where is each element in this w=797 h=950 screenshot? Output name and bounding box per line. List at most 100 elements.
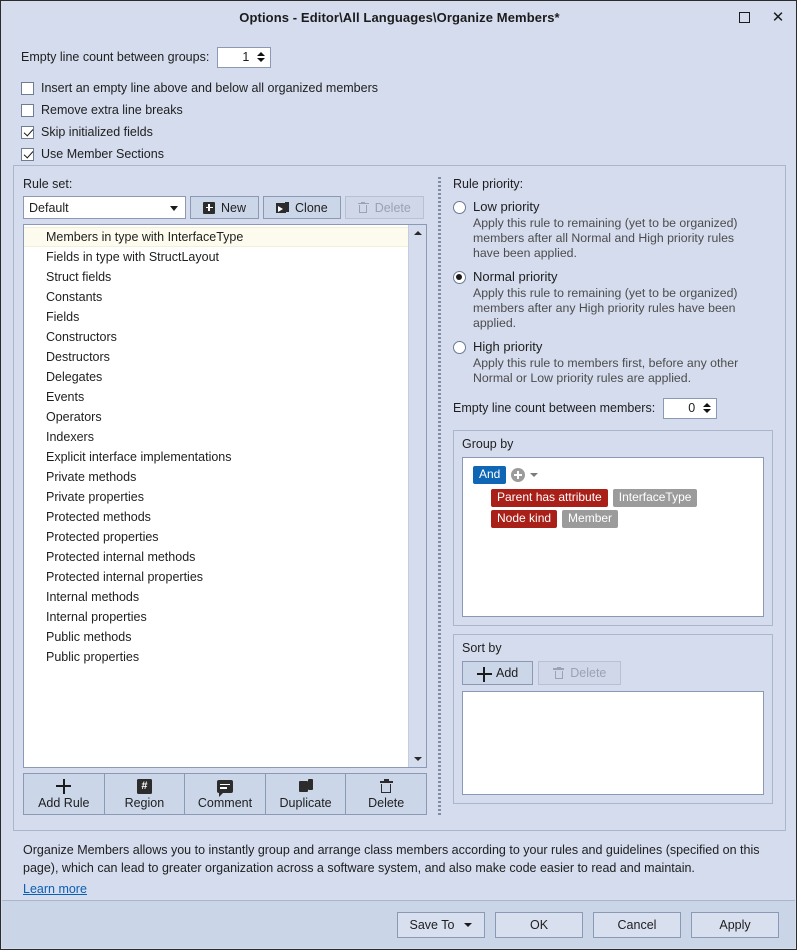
comment-label: Comment (197, 796, 253, 810)
new-button-label: New (221, 200, 247, 215)
empty-line-groups-stepper[interactable] (217, 46, 272, 68)
checkbox-skip-initialized-fields[interactable]: Skip initialized fields (21, 121, 781, 143)
list-item[interactable]: Constants (24, 287, 408, 307)
list-item[interactable]: Struct fields (24, 267, 408, 287)
list-item[interactable]: Fields in type with StructLayout (24, 247, 408, 267)
duplicate-button[interactable]: Duplicate (264, 773, 346, 815)
add-rule-label: Add Rule (38, 796, 90, 810)
clone-rule-set-button[interactable]: Clone (263, 196, 341, 219)
chevron-down-icon[interactable] (530, 473, 539, 477)
checkbox-box[interactable] (21, 103, 34, 117)
radio-normal-priority[interactable]: Normal priority (453, 269, 773, 284)
list-item[interactable]: Protected properties (24, 527, 408, 547)
sort-by-add-button[interactable]: Add (462, 661, 534, 685)
close-button[interactable]: ✕ (761, 3, 795, 32)
save-to-button[interactable]: Save To (397, 911, 485, 938)
scroll-down-button[interactable] (409, 751, 426, 767)
rule-set-column: Rule set: Default New Clone Delete Membe… (23, 177, 427, 815)
condition-value-chip[interactable]: InterfaceType (612, 489, 698, 507)
list-item[interactable]: Operators (24, 407, 408, 427)
delete-button-label: Delete (374, 200, 411, 215)
apply-button[interactable]: Apply (691, 911, 779, 938)
list-item[interactable]: Private methods (24, 467, 408, 487)
rules-listbox[interactable]: Members in type with InterfaceType Field… (23, 224, 427, 768)
empty-line-members-stepper[interactable] (663, 397, 718, 419)
sort-by-panel: Sort by Add Delete (453, 634, 773, 804)
list-item[interactable]: Protected internal properties (24, 567, 408, 587)
region-button[interactable]: # Region (103, 773, 185, 815)
checkbox-box[interactable] (21, 125, 34, 139)
checkbox-box[interactable] (21, 81, 34, 95)
checkbox-label: Remove extra line breaks (41, 103, 183, 117)
checkbox-remove-extra-line-breaks[interactable]: Remove extra line breaks (21, 99, 781, 121)
empty-line-members-input[interactable] (664, 398, 700, 418)
top-options-area: Empty line count between groups: Insert … (21, 45, 781, 165)
radio-button[interactable] (453, 201, 466, 214)
list-item[interactable]: Constructors (24, 327, 408, 347)
scroll-up-button[interactable] (409, 225, 426, 241)
list-item[interactable]: Fields (24, 307, 408, 327)
rule-set-label: Rule set: (23, 177, 73, 191)
sort-by-add-label: Add (496, 666, 519, 680)
stepper-up-icon[interactable] (256, 52, 265, 56)
delete-rule-label: Delete (368, 796, 405, 810)
radio-button[interactable] (453, 341, 466, 354)
list-item[interactable]: Protected internal methods (24, 547, 408, 567)
group-by-canvas[interactable]: And Parent has attribute InterfaceType N… (462, 457, 764, 617)
region-hash-icon: # (136, 778, 152, 794)
rules-list-scrollbar[interactable] (408, 225, 426, 767)
rule-set-dropdown[interactable]: Default (23, 196, 186, 219)
comment-button[interactable]: Comment (184, 773, 265, 815)
new-rule-set-button[interactable]: New (190, 196, 260, 219)
rule-set-selected-value: Default (29, 200, 69, 215)
list-item[interactable]: Destructors (24, 347, 408, 367)
empty-line-groups-row: Empty line count between groups: (21, 45, 781, 69)
list-item[interactable]: Internal properties (24, 607, 408, 627)
list-item[interactable]: Internal methods (24, 587, 408, 607)
checkbox-box[interactable] (21, 147, 34, 161)
stepper-up-icon[interactable] (702, 403, 711, 407)
list-item[interactable]: Public properties (24, 647, 408, 667)
rule-set-toolbar: Default New Clone Delete (23, 196, 427, 219)
condition-key-chip[interactable]: Parent has attribute (491, 489, 608, 507)
delete-rule-set-button[interactable]: Delete (344, 196, 424, 219)
add-rule-button[interactable]: Add Rule (23, 773, 104, 815)
panel-splitter[interactable] (437, 177, 442, 817)
learn-more-link[interactable]: Learn more (23, 880, 87, 898)
list-item[interactable]: Protected methods (24, 507, 408, 527)
sort-by-list[interactable] (462, 691, 764, 795)
condition-key-chip[interactable]: Node kind (491, 510, 558, 528)
checkbox-label: Skip initialized fields (41, 125, 153, 139)
list-item[interactable]: Members in type with InterfaceType (24, 227, 408, 247)
radio-high-priority[interactable]: High priority (453, 339, 773, 354)
maximize-button[interactable] (727, 3, 761, 32)
plus-icon (477, 666, 492, 682)
list-item[interactable]: Public methods (24, 627, 408, 647)
stepper-down-icon[interactable] (256, 58, 265, 62)
add-condition-icon[interactable] (511, 468, 526, 482)
radio-label: High priority (473, 339, 543, 354)
empty-line-groups-input[interactable] (218, 47, 254, 67)
list-item[interactable]: Explicit interface implementations (24, 447, 408, 467)
empty-line-groups-label: Empty line count between groups: (21, 50, 210, 64)
group-by-operator-row: And (473, 466, 753, 484)
list-item[interactable]: Private properties (24, 487, 408, 507)
footer-description-text: Organize Members allows you to instantly… (23, 843, 760, 875)
delete-rule-button[interactable]: Delete (345, 773, 427, 815)
radio-button[interactable] (453, 271, 466, 284)
condition-value-chip[interactable]: Member (562, 510, 619, 528)
list-item[interactable]: Indexers (24, 427, 408, 447)
radio-low-priority[interactable]: Low priority (453, 199, 773, 214)
operator-chip[interactable]: And (473, 466, 507, 484)
list-item[interactable]: Events (24, 387, 408, 407)
checkbox-use-member-sections[interactable]: Use Member Sections (21, 143, 781, 165)
list-item[interactable]: Delegates (24, 367, 408, 387)
sort-by-delete-label: Delete (570, 666, 607, 680)
cancel-button[interactable]: Cancel (593, 911, 681, 938)
low-priority-description: Apply this rule to remaining (yet to be … (473, 216, 738, 260)
sort-by-delete-button[interactable]: Delete (538, 661, 622, 685)
apply-label: Apply (719, 917, 751, 932)
stepper-down-icon[interactable] (702, 409, 711, 413)
ok-button[interactable]: OK (495, 911, 583, 938)
checkbox-insert-empty-line[interactable]: Insert an empty line above and below all… (21, 77, 781, 99)
